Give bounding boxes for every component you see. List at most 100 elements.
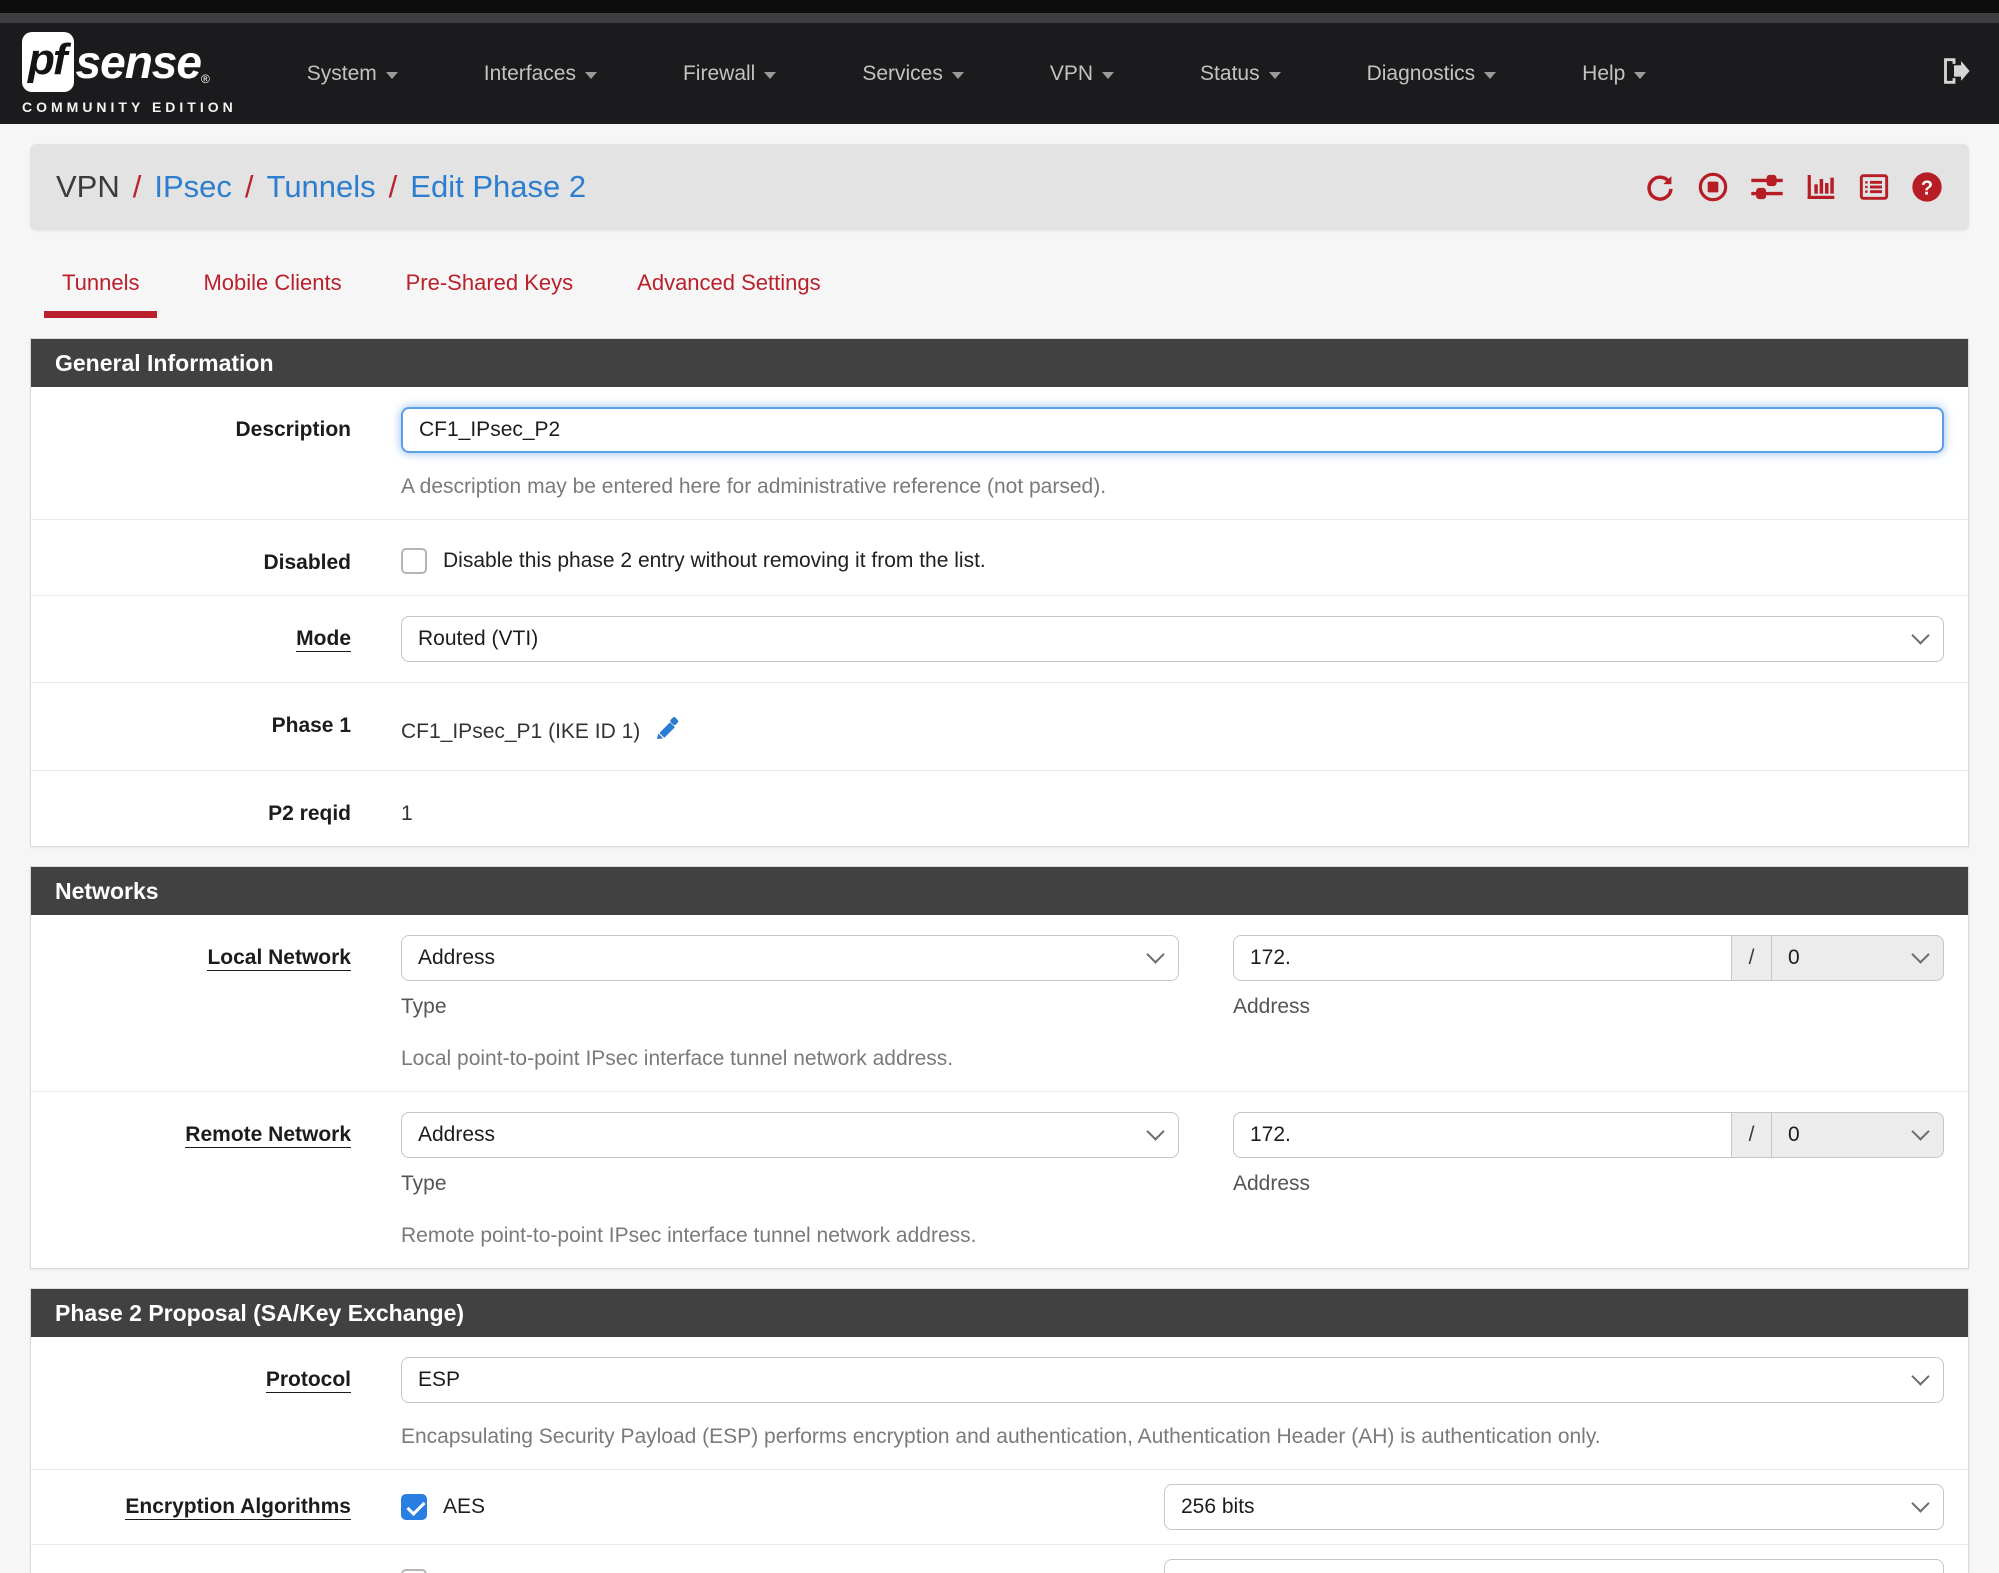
chevron-down-icon — [1911, 1367, 1930, 1386]
local-network-help: Local point-to-point IPsec interface tun… — [401, 1047, 954, 1070]
description-content: CF1_IPsec_P2 A description may be entere… — [351, 407, 1968, 499]
menu-help-label: Help — [1582, 61, 1626, 85]
protocol-select[interactable]: ESP — [401, 1357, 1944, 1403]
networks-heading: Networks — [31, 867, 1968, 915]
local-network-type-value: Address — [418, 946, 496, 969]
description-row: Description CF1_IPsec_P2 A description m… — [31, 387, 1968, 520]
registered-mark: ® — [200, 72, 210, 86]
menu-system[interactable]: System — [307, 62, 398, 86]
chevron-down-icon — [764, 71, 777, 79]
mode-label[interactable]: Mode — [296, 627, 351, 652]
local-network-prefix-select[interactable]: 0 — [1772, 935, 1944, 981]
remote-network-type-select[interactable]: Address — [401, 1112, 1179, 1158]
mode-select[interactable]: Routed (VTI) — [401, 616, 1944, 662]
menu-firewall[interactable]: Firewall — [683, 62, 777, 86]
chevron-down-icon — [1634, 71, 1647, 79]
chevron-down-icon — [1911, 1569, 1930, 1573]
breadcrumb-current-edit-phase-2: Edit Phase 2 — [410, 169, 587, 204]
breadcrumb-separator: / — [244, 169, 254, 204]
phase1-content: CF1_IPsec_P1 (IKE ID 1) — [351, 703, 1968, 750]
phase1-row: Phase 1 CF1_IPsec_P1 (IKE ID 1) — [31, 683, 1968, 771]
browser-chrome-strip — [0, 0, 1999, 13]
local-network-type-select[interactable]: Address — [401, 935, 1179, 981]
remote-network-address-input[interactable]: 172. — [1233, 1112, 1732, 1158]
browser-chrome-strip-2 — [0, 13, 1999, 23]
tab-pre-shared-keys[interactable]: Pre-Shared Keys — [388, 260, 592, 312]
aes-keylen-value: 256 bits — [1181, 1495, 1255, 1518]
aes-keylen-select[interactable]: 256 bits — [1164, 1484, 1944, 1530]
description-input[interactable]: CF1_IPsec_P2 — [401, 407, 1944, 453]
menu-diagnostics[interactable]: Diagnostics — [1367, 62, 1497, 86]
tab-mobile-clients[interactable]: Mobile Clients — [185, 260, 359, 312]
breadcrumb: VPN / IPsec / Tunnels / Edit Phase 2 — [56, 169, 586, 205]
remote-network-prefix-select[interactable]: 0 — [1772, 1112, 1944, 1158]
refresh-icon[interactable] — [1644, 171, 1676, 203]
remote-network-type-caption: Type — [401, 1172, 447, 1195]
chevron-down-icon — [1102, 71, 1115, 79]
remote-network-address-caption: Address — [1233, 1172, 1311, 1195]
community-edition-label: COMMUNITY EDITION — [22, 99, 237, 115]
remote-network-content: Address Type 172. / 0 Address Remote poi… — [351, 1112, 1968, 1248]
chevron-down-icon — [1911, 1122, 1930, 1141]
mode-content: Routed (VTI) — [351, 616, 1968, 662]
phase2-proposal-panel: Phase 2 Proposal (SA/Key Exchange) Proto… — [30, 1288, 1969, 1573]
p2reqid-label: P2 reqid — [268, 802, 351, 825]
top-navbar: pf sense ® COMMUNITY EDITION System Inte… — [0, 23, 1999, 124]
remote-network-type-value: Address — [418, 1123, 496, 1146]
breadcrumb-separator: / — [388, 169, 398, 204]
disabled-checkbox[interactable] — [401, 548, 427, 574]
chevron-down-icon — [1146, 945, 1165, 964]
protocol-label[interactable]: Protocol — [265, 1368, 351, 1393]
local-network-label[interactable]: Local Network — [207, 946, 351, 971]
protocol-select-value: ESP — [418, 1368, 461, 1391]
sense-logo-text: sense — [75, 36, 202, 88]
local-network-slash-addon: / — [1732, 935, 1772, 981]
menu-services[interactable]: Services — [862, 62, 964, 86]
menu-interfaces-label: Interfaces — [483, 61, 576, 85]
chevron-down-icon — [1484, 71, 1497, 79]
local-network-prefix-value: 0 — [1788, 946, 1800, 969]
remote-network-prefix-value: 0 — [1788, 1123, 1800, 1146]
pfsense-logo[interactable]: pf sense ® COMMUNITY EDITION — [22, 32, 237, 115]
phase1-label: Phase 1 — [271, 714, 351, 737]
p2reqid-value: 1 — [401, 802, 413, 825]
tab-tunnels[interactable]: Tunnels — [44, 260, 158, 318]
menu-system-label: System — [306, 61, 377, 85]
general-information-heading: General Information — [31, 339, 1968, 387]
encryption-aes128gcm-row: AES128-GCM Auto — [31, 1545, 1968, 1573]
mode-select-value: Routed (VTI) — [418, 627, 539, 650]
chevron-down-icon — [1911, 945, 1930, 964]
edit-pencil-icon[interactable] — [652, 714, 682, 750]
remote-network-label[interactable]: Remote Network — [185, 1123, 351, 1148]
mode-row: Mode Routed (VTI) — [31, 596, 1968, 683]
remote-network-help: Remote point-to-point IPsec interface tu… — [401, 1224, 977, 1247]
aes128gcm-keylen-select[interactable]: Auto — [1164, 1559, 1944, 1573]
page-container: VPN / IPsec / Tunnels / Edit Phase 2 ? T… — [0, 124, 1999, 1573]
menu-help[interactable]: Help — [1582, 61, 1647, 86]
chevron-down-icon — [951, 71, 964, 79]
protocol-content: ESP Encapsulating Security Payload (ESP)… — [351, 1357, 1968, 1449]
pfsense-logo-wordmark: pf sense ® — [22, 32, 237, 92]
tab-advanced-settings[interactable]: Advanced Settings — [619, 260, 838, 312]
status-graph-icon[interactable] — [1805, 171, 1837, 203]
local-network-type-caption: Type — [401, 995, 447, 1018]
aes128gcm-checkbox[interactable] — [401, 1569, 427, 1573]
local-network-address-input[interactable]: 172. — [1233, 935, 1732, 981]
disabled-label: Disabled — [263, 551, 351, 574]
menu-vpn[interactable]: VPN — [1049, 61, 1115, 86]
encryption-algorithms-label[interactable]: Encryption Algorithms — [125, 1495, 351, 1520]
aes-checkbox[interactable] — [401, 1494, 427, 1520]
menu-vpn-label: VPN — [1049, 61, 1094, 85]
menu-interfaces[interactable]: Interfaces — [484, 62, 597, 86]
menu-status[interactable]: Status — [1200, 62, 1281, 86]
breadcrumb-link-ipsec[interactable]: IPsec — [154, 169, 232, 205]
logout-icon[interactable] — [1937, 54, 1971, 93]
breadcrumb-link-tunnels[interactable]: Tunnels — [267, 169, 376, 205]
log-list-icon[interactable] — [1858, 171, 1890, 203]
chevron-down-icon — [1911, 626, 1930, 645]
help-icon[interactable]: ? — [1911, 171, 1943, 203]
sliders-icon[interactable] — [1750, 171, 1784, 203]
pf-logo-box: pf — [22, 32, 74, 92]
stop-service-icon[interactable] — [1697, 171, 1729, 203]
chevron-down-icon — [1146, 1122, 1165, 1141]
